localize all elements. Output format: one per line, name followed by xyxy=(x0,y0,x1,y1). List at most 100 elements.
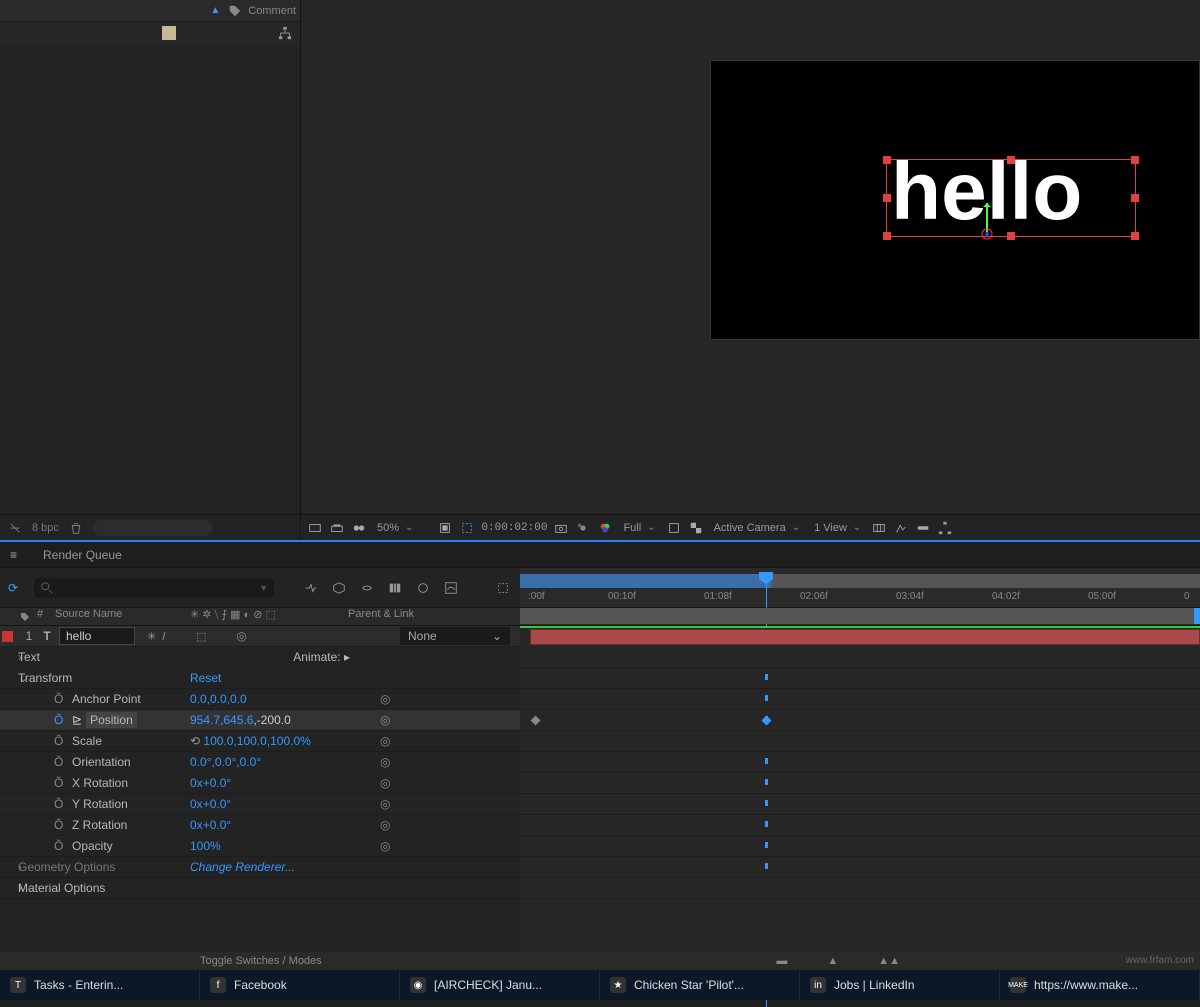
bit-depth-label[interactable]: 8 bpc xyxy=(32,522,59,534)
change-renderer-link[interactable]: Change Renderer... xyxy=(190,860,295,874)
magnification-icon[interactable] xyxy=(307,520,323,536)
shy-icon[interactable] xyxy=(358,579,376,597)
expression-pickwhip-icon[interactable]: ◎ xyxy=(380,797,390,811)
parent-pickwhip-icon[interactable]: ◎ xyxy=(236,629,246,643)
flowchart-icon[interactable] xyxy=(278,26,292,40)
resolution-dropdown[interactable]: Full xyxy=(619,522,659,534)
frame-blend-icon[interactable] xyxy=(386,579,404,597)
zrot-degrees[interactable]: +0.0° xyxy=(203,818,232,832)
panel-menu-icon[interactable]: ≡ xyxy=(10,548,17,562)
label-column-icon[interactable] xyxy=(18,608,31,625)
layer-duration-bar[interactable] xyxy=(530,629,1200,645)
stopwatch-icon[interactable]: Ŏ xyxy=(54,692,68,706)
stopwatch-icon[interactable]: Ŏ xyxy=(54,818,68,832)
stopwatch-icon[interactable]: Ŏ xyxy=(54,797,68,811)
timeline-zoom-slider[interactable]: ▬ ▲ ▲▲ xyxy=(776,955,900,967)
resize-handle[interactable] xyxy=(1131,232,1139,240)
geometry-options-row[interactable]: ›Geometry Options Change Renderer... xyxy=(0,857,520,878)
parent-dropdown[interactable]: None⌄ xyxy=(400,627,510,645)
chevron-right-icon[interactable]: › xyxy=(0,650,18,664)
expression-pickwhip-icon[interactable]: ◎ xyxy=(380,734,390,748)
graph-editor-icon[interactable] xyxy=(442,579,460,597)
chevron-right-icon[interactable]: › xyxy=(0,881,18,895)
transparency-grid-icon[interactable] xyxy=(688,520,704,536)
zoom-handle[interactable]: ▲ xyxy=(827,955,838,967)
resize-handle[interactable] xyxy=(1007,232,1015,240)
stopwatch-icon[interactable]: Ŏ xyxy=(54,839,68,853)
snapshot-icon[interactable] xyxy=(553,520,569,536)
roi-toggle-icon[interactable] xyxy=(666,520,682,536)
show-channel-icon[interactable] xyxy=(575,520,591,536)
playhead[interactable] xyxy=(759,572,773,607)
transform-group-row[interactable]: ⌄Transform Reset xyxy=(0,668,520,689)
layer-row[interactable]: 1 T hello ✳ / ⬚ ◎ None⌄ xyxy=(0,626,520,647)
keyframe-diamond[interactable] xyxy=(531,716,541,726)
composition-viewer[interactable]: hello xyxy=(301,0,1200,514)
grid-icon[interactable] xyxy=(329,520,345,536)
color-management-icon[interactable] xyxy=(597,520,613,536)
expression-pickwhip-icon[interactable]: ◎ xyxy=(380,755,390,769)
zoom-out-icon[interactable]: ▬ xyxy=(776,955,787,967)
expression-pickwhip-icon[interactable]: ◎ xyxy=(380,776,390,790)
graph-editor-icon[interactable]: ⊵ xyxy=(72,713,82,727)
comp-mini-flowchart-icon[interactable] xyxy=(302,579,320,597)
motion-blur-icon[interactable] xyxy=(414,579,432,597)
stopwatch-icon[interactable]: Ŏ xyxy=(54,776,68,790)
taskbar-item[interactable]: ◉[AIRCHECK] Janu... xyxy=(400,970,600,1000)
trash-icon[interactable] xyxy=(69,521,83,535)
taskbar-item[interactable]: inJobs | LinkedIn xyxy=(800,970,1000,1000)
chevron-right-icon[interactable]: › xyxy=(0,860,18,874)
roi-icon[interactable] xyxy=(459,520,475,536)
taskbar-item[interactable]: MAKEhttps://www.make... xyxy=(1000,970,1200,1000)
taskbar-item[interactable]: TTasks - Enterin... xyxy=(0,970,200,1000)
expression-pickwhip-icon[interactable]: ◎ xyxy=(380,818,390,832)
expression-pickwhip-icon[interactable]: ◎ xyxy=(380,713,390,727)
resize-handle[interactable] xyxy=(1007,156,1015,164)
stopwatch-icon[interactable]: Ŏ xyxy=(54,734,68,748)
stopwatch-icon[interactable]: Ŏ xyxy=(54,713,68,727)
current-time[interactable]: 0:00:02:00 xyxy=(481,522,547,534)
flowchart-icon[interactable] xyxy=(937,520,953,536)
text-layer-preview[interactable]: hello xyxy=(891,151,1082,233)
timeline-icon[interactable] xyxy=(915,520,931,536)
mask-icon[interactable] xyxy=(351,520,367,536)
project-item-row[interactable] xyxy=(0,22,300,44)
resize-handle[interactable] xyxy=(883,232,891,240)
source-name-column[interactable]: Source Name xyxy=(49,608,184,625)
chevron-down-icon[interactable]: ⌄ xyxy=(0,671,18,685)
views-dropdown[interactable]: 1 View xyxy=(810,522,865,534)
orientation-value[interactable]: 0.0°,0.0°,0.0° xyxy=(190,755,261,769)
zrot-turns[interactable]: 0x xyxy=(190,818,203,832)
link-icon[interactable]: ⟲ xyxy=(190,734,200,748)
channel-icon[interactable] xyxy=(437,520,453,536)
reset-link[interactable]: Reset xyxy=(190,671,221,685)
composition-canvas[interactable]: hello xyxy=(710,60,1200,340)
xrot-turns[interactable]: 0x xyxy=(190,776,203,790)
tab-render-queue[interactable]: Render Queue xyxy=(33,548,132,562)
anchor-point-gizmo[interactable] xyxy=(980,227,994,241)
yrot-degrees[interactable]: +0.0° xyxy=(203,797,232,811)
resize-handle[interactable] xyxy=(883,194,891,202)
search-slot[interactable] xyxy=(93,520,213,536)
resize-handle[interactable] xyxy=(1131,156,1139,164)
label-color[interactable] xyxy=(2,631,13,642)
pixel-aspect-icon[interactable] xyxy=(871,520,887,536)
interpret-footage-icon[interactable] xyxy=(8,521,22,535)
material-options-row[interactable]: ›Material Options xyxy=(0,878,520,899)
work-area-bar[interactable] xyxy=(520,608,1200,624)
taskbar-item[interactable]: fFacebook xyxy=(200,970,400,1000)
timeline-tracks[interactable] xyxy=(520,626,1200,952)
opacity-value[interactable]: 100 xyxy=(190,839,210,853)
timeline-options-icon[interactable]: ⟳ xyxy=(8,581,18,595)
layer-switches[interactable]: ✳ / ⬚ xyxy=(147,630,206,643)
label-icon[interactable] xyxy=(228,4,242,18)
text-group-row[interactable]: ›Text Animate: ▸ xyxy=(0,647,520,668)
position-z-value[interactable]: -200.0 xyxy=(257,713,291,727)
taskbar-item[interactable]: ★Chicken Star 'Pilot'... xyxy=(600,970,800,1000)
scale-value[interactable]: 100.0,100.0,100.0 xyxy=(203,734,300,748)
resize-handle[interactable] xyxy=(1131,194,1139,202)
timeline-search[interactable]: ▼ xyxy=(34,578,274,598)
label-color-swatch[interactable] xyxy=(162,26,176,40)
anchor-point-value[interactable]: 0.0,0.0,0.0 xyxy=(190,692,247,706)
xrot-degrees[interactable]: +0.0° xyxy=(203,776,232,790)
